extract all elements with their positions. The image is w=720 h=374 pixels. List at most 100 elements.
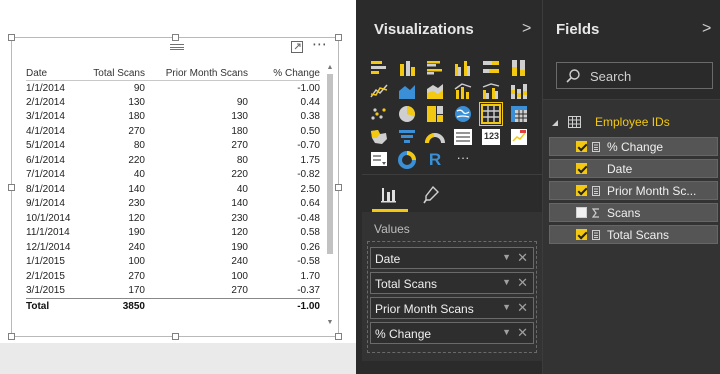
chevron-down-icon[interactable]: ▼ <box>502 302 511 312</box>
r-script-visual-icon[interactable]: R <box>425 150 445 170</box>
table-row: 11/1/2014 190 120 0.58 <box>26 226 320 241</box>
treemap-icon[interactable] <box>425 104 445 124</box>
resize-handle-bottom[interactable] <box>172 333 179 340</box>
report-page: ⋯ Date Total Scans Prior Month Scans % C… <box>0 0 356 343</box>
scrollbar-thumb[interactable] <box>327 74 333 254</box>
collapse-fields-icon[interactable]: > <box>702 20 711 38</box>
stacked-area-chart-icon[interactable] <box>425 81 445 101</box>
card-value-text: 123 <box>484 131 500 141</box>
column-header-prior-month-scans[interactable]: Prior Month Scans <box>145 66 248 81</box>
chevron-down-icon[interactable]: ▼ <box>502 277 511 287</box>
remove-icon[interactable]: ✕ <box>517 250 528 266</box>
report-canvas: ⋯ Date Total Scans Prior Month Scans % C… <box>0 0 356 374</box>
multi-row-card-icon[interactable] <box>453 127 473 147</box>
stacked-bar-chart-icon[interactable] <box>369 58 389 78</box>
more-options-icon[interactable]: ⋯ <box>312 37 332 54</box>
donut-chart-icon[interactable] <box>397 150 417 170</box>
table-row: 1/1/2014 90 -1.00 <box>26 81 320 96</box>
collapse-triangle-icon[interactable] <box>551 118 559 126</box>
resize-handle-left[interactable] <box>8 184 15 191</box>
slicer-icon[interactable] <box>369 150 389 170</box>
table-row: 1/1/2015 100 240 -0.58 <box>26 255 320 270</box>
line-and-clustered-column-chart-icon[interactable] <box>481 81 501 101</box>
remove-icon[interactable]: ✕ <box>517 300 528 316</box>
resize-handle-bottom-right[interactable] <box>335 333 342 340</box>
funnel-icon[interactable] <box>397 127 417 147</box>
kpi-icon[interactable] <box>509 127 529 147</box>
cell-total-scans: 180 <box>128 111 145 123</box>
column-header-total-scans[interactable]: Total Scans <box>82 66 145 81</box>
ribbon-chart-icon[interactable] <box>509 81 529 101</box>
field-item[interactable]: Prior Month Sc... <box>549 181 718 200</box>
focus-mode-icon[interactable] <box>290 40 304 54</box>
cell-date: 1/1/2014 <box>26 82 65 94</box>
stacked-column-chart-icon[interactable] <box>397 58 417 78</box>
table-icon[interactable] <box>479 102 503 126</box>
calculator-icon <box>592 142 600 152</box>
table-scrollbar[interactable]: ▲ ▼ <box>325 64 335 328</box>
format-paint-roller-icon[interactable] <box>420 184 442 206</box>
resize-handle-top[interactable] <box>172 34 179 41</box>
field-label: Date <box>607 162 633 176</box>
cell-pct-change: 1.75 <box>300 154 320 166</box>
resize-handle-right[interactable] <box>335 184 342 191</box>
field-item[interactable]: % Change <box>549 137 718 156</box>
resize-handle-top-left[interactable] <box>8 34 15 41</box>
100pct-stacked-bar-chart-icon[interactable] <box>481 58 501 78</box>
resize-handle-bottom-left[interactable] <box>8 333 15 340</box>
filled-map-icon[interactable] <box>369 127 389 147</box>
cell-date: 5/1/2014 <box>26 140 65 152</box>
100pct-stacked-column-chart-icon[interactable] <box>509 58 529 78</box>
field-item[interactable]: Scans <box>549 203 718 222</box>
remove-icon[interactable]: ✕ <box>517 275 528 291</box>
resize-handle-top-right[interactable] <box>335 34 342 41</box>
field-checkbox[interactable] <box>576 229 587 240</box>
pie-chart-icon[interactable] <box>397 104 417 124</box>
scroll-down-arrow-icon[interactable]: ▼ <box>326 319 334 326</box>
field-checkbox[interactable] <box>576 163 587 174</box>
field-type-blank <box>592 164 600 174</box>
well-item-label: Date <box>375 252 401 266</box>
field-item[interactable]: Date <box>549 159 718 178</box>
fields-search-input[interactable]: Search <box>556 62 713 89</box>
collapse-visualizations-icon[interactable]: > <box>522 20 531 38</box>
cell-pct-change: -0.58 <box>297 256 320 268</box>
cell-date: 3/1/2014 <box>26 111 65 123</box>
well-item-prior-month-scans[interactable]: Prior Month Scans ▼ ✕ <box>370 297 534 319</box>
table-visual[interactable]: ⋯ Date Total Scans Prior Month Scans % C… <box>8 34 342 340</box>
well-item-total-scans[interactable]: Total Scans ▼ ✕ <box>370 272 534 294</box>
column-header-date[interactable]: Date <box>26 66 82 81</box>
card-icon[interactable]: 123 <box>481 127 501 147</box>
cell-total-scans: 270 <box>128 125 145 137</box>
fields-title: Fields <box>556 21 600 38</box>
table-row: 2/1/2015 270 100 1.70 <box>26 269 320 284</box>
clustered-bar-chart-icon[interactable] <box>425 58 445 78</box>
field-item[interactable]: Total Scans <box>549 225 718 244</box>
chevron-down-icon[interactable]: ▼ <box>502 327 511 337</box>
field-checkbox[interactable] <box>576 207 587 218</box>
clustered-column-chart-icon[interactable] <box>453 58 473 78</box>
area-chart-icon[interactable] <box>397 81 417 101</box>
remove-icon[interactable]: ✕ <box>517 325 528 341</box>
map-icon[interactable] <box>453 104 473 124</box>
column-header-pct-change[interactable]: % Change <box>248 66 320 81</box>
cell-prior-month-scans: 180 <box>231 125 248 137</box>
well-item-date[interactable]: Date ▼ ✕ <box>370 247 534 269</box>
field-checkbox[interactable] <box>576 185 587 196</box>
field-label: Scans <box>607 206 641 220</box>
scatter-chart-icon[interactable] <box>369 104 389 124</box>
line-and-column-chart-icon[interactable] <box>453 81 473 101</box>
drag-grip-icon[interactable] <box>170 44 184 50</box>
cell-prior-month-scans: 100 <box>231 270 248 282</box>
line-chart-icon[interactable] <box>369 81 389 101</box>
cell-date: 4/1/2014 <box>26 125 65 137</box>
gauge-icon[interactable] <box>425 127 445 147</box>
well-item-pct-change[interactable]: % Change ▼ ✕ <box>370 322 534 344</box>
chevron-down-icon[interactable]: ▼ <box>502 252 511 262</box>
more-visuals-icon[interactable]: ··· <box>453 150 473 170</box>
fields-tab-icon[interactable] <box>378 184 400 206</box>
scroll-up-arrow-icon[interactable]: ▲ <box>326 64 334 71</box>
field-checkbox[interactable] <box>576 141 587 152</box>
matrix-icon[interactable] <box>509 104 529 124</box>
field-table-employee-ids[interactable]: Employee IDs <box>551 114 716 132</box>
